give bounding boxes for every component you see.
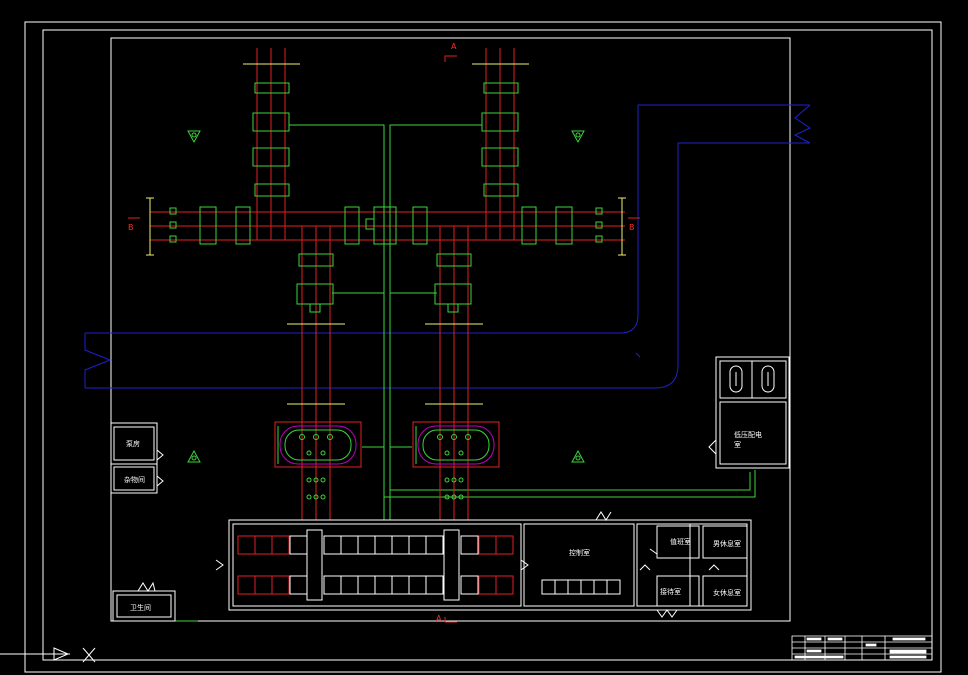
section-mark-a-top: A <box>444 42 457 62</box>
pump-room: 泵房 <box>110 422 158 465</box>
transformer-bay-left <box>287 226 345 520</box>
guard-room: 卫生间 <box>112 581 176 622</box>
main-building <box>215 511 752 618</box>
control-room: 控制室 <box>541 548 621 595</box>
cable-trench <box>84 104 812 389</box>
duty-room: 值班室 <box>656 525 700 559</box>
female-rest-room: 女休息室 <box>702 575 748 607</box>
section-mark-a-bottom: A <box>436 614 457 623</box>
reception-room-label: 接待室 <box>660 587 681 596</box>
low-voltage-room-label: 低压配电 <box>734 430 762 439</box>
feeder-bay-upper-left <box>243 48 300 240</box>
reception-room: 接待室 <box>656 575 700 607</box>
male-rest-room-label: 男休息室 <box>713 539 741 548</box>
duty-room-label: 值班室 <box>670 537 691 546</box>
section-label-a-bottom: A <box>436 614 442 623</box>
door-swing-icon <box>156 449 164 487</box>
title-block <box>791 635 933 661</box>
lightning-rod-triangle-icon <box>187 130 585 463</box>
transformer-icon <box>274 421 362 468</box>
drawing-frame <box>24 21 942 673</box>
guard-room-label: 卫生间 <box>130 603 151 612</box>
substation-layout-drawing: B B A A 泵房 杂物间 卫生间 低压配电 室 控制室 值班室 男休息室 接… <box>0 21 942 673</box>
section-label-b-left: B <box>128 223 134 232</box>
main-busbar <box>150 211 625 241</box>
control-wiring <box>175 120 756 622</box>
low-voltage-room-label-2: 室 <box>734 440 741 449</box>
section-label-a-top: A <box>451 42 457 51</box>
switchgear-cabinets <box>237 529 514 601</box>
male-rest-room: 男休息室 <box>702 525 748 559</box>
female-rest-room-label: 女休息室 <box>713 588 741 597</box>
section-mark-b-left: B <box>128 217 140 232</box>
door-swing-icon <box>639 548 720 571</box>
low-voltage-room: 低压配电 室 <box>708 356 790 469</box>
feeder-bay-upper-right <box>472 48 529 240</box>
transformer-bay-right <box>425 226 483 520</box>
pump-room-label: 泵房 <box>126 439 140 448</box>
transformer-icon <box>412 421 500 468</box>
section-label-b-right: B <box>629 223 635 232</box>
storage-room: 杂物间 <box>110 463 158 494</box>
storage-room-label: 杂物间 <box>124 475 145 484</box>
control-room-label: 控制室 <box>569 548 590 557</box>
